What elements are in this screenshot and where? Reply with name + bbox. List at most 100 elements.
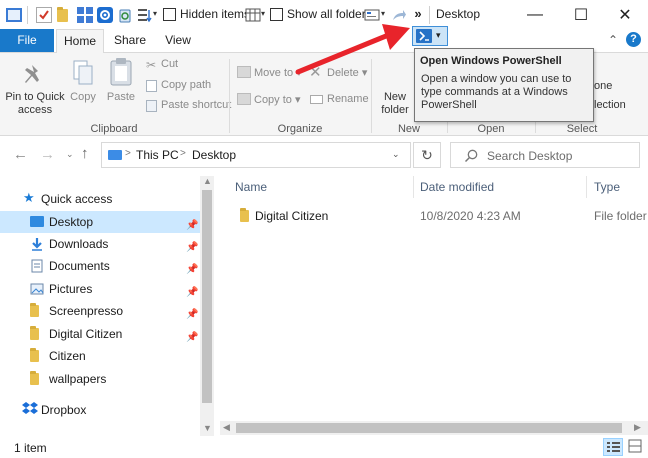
pin-to-quick-access-button[interactable]: Pin to Quick access — [2, 91, 68, 117]
copy-icon[interactable] — [72, 59, 94, 90]
tab-share[interactable]: Share — [108, 29, 152, 53]
scroll-right-arrow-icon[interactable]: ▶ — [634, 422, 641, 433]
forward-arrow-icon[interactable]: → — [40, 146, 55, 163]
close-button[interactable]: ✕ — [602, 0, 648, 30]
details-dropdown-chevron-icon[interactable]: ▾ — [381, 9, 385, 18]
up-arrow-icon[interactable]: ↑ — [81, 145, 89, 162]
recent-locations-chevron-icon[interactable]: ⌄ — [66, 149, 74, 160]
sidebar-item-screenpresso[interactable]: Screenpresso 📌 — [0, 300, 200, 322]
sidebar-item-label: Digital Citizen — [49, 327, 123, 341]
content-horizontal-scrollbar[interactable]: ◀ ▶ — [220, 421, 648, 435]
paste-button[interactable]: Paste — [104, 91, 138, 104]
breadcrumb-desktop[interactable]: Desktop — [192, 148, 236, 162]
rename-button[interactable]: Rename — [327, 93, 369, 105]
details-view-button[interactable] — [603, 438, 623, 456]
sidebar-item-desktop[interactable]: Desktop 📌 — [0, 211, 200, 233]
paste-shortcut-button[interactable]: Paste shortcut — [161, 99, 231, 111]
sidebar-scrollbar[interactable]: ▲ ▼ — [200, 176, 214, 436]
properties-checkmark-icon[interactable] — [36, 7, 52, 23]
folder-icon — [30, 303, 39, 317]
rename-icon[interactable] — [310, 95, 323, 104]
pin-icon[interactable] — [22, 61, 46, 90]
powershell-dropdown-chevron-icon[interactable]: ▾ — [436, 30, 441, 41]
breadcrumb-this-pc[interactable]: This PC — [136, 148, 179, 162]
minimize-button[interactable]: — — [512, 0, 558, 30]
invert-selection-partial-label[interactable]: lection — [594, 99, 626, 111]
scroll-up-arrow-icon[interactable]: ▲ — [203, 176, 212, 186]
organize-group-label: Organize — [277, 123, 323, 135]
tab-view[interactable]: View — [156, 29, 200, 53]
settings-gear-icon[interactable] — [97, 7, 113, 23]
help-icon[interactable]: ? — [626, 32, 641, 47]
sidebar-item-documents[interactable]: Documents 📌 — [0, 255, 200, 277]
layout-icon[interactable] — [245, 7, 261, 23]
scroll-down-arrow-icon[interactable]: ▼ — [203, 423, 212, 433]
show-all-folders-label[interactable]: Show all folders — [287, 7, 372, 21]
sort-icon[interactable] — [137, 7, 153, 23]
tab-file[interactable]: File — [0, 29, 54, 53]
dropbox-label[interactable]: Dropbox — [41, 403, 86, 417]
tab-home[interactable]: Home — [56, 29, 104, 53]
search-input-placeholder[interactable]: Search Desktop — [487, 149, 572, 163]
column-header-date[interactable]: Date modified — [420, 180, 494, 194]
search-box[interactable]: Search Desktop — [450, 142, 640, 168]
quick-access-star-icon[interactable]: ★ — [23, 190, 35, 206]
column-header-name[interactable]: Name — [235, 180, 267, 194]
column-divider[interactable] — [586, 176, 587, 198]
scroll-left-arrow-icon[interactable]: ◀ — [223, 422, 230, 433]
tooltip-title: Open Windows PowerShell — [420, 55, 562, 67]
copy-button[interactable]: Copy — [68, 91, 98, 104]
large-icons-view-button[interactable] — [626, 438, 646, 456]
address-dropdown-chevron-icon[interactable]: ⌄ — [392, 149, 400, 160]
new-folder-icon[interactable] — [57, 7, 68, 22]
content-scroll-thumb[interactable] — [236, 423, 622, 433]
copy-to-button[interactable]: Copy to ▾ — [254, 93, 301, 106]
ribbon-collapse-chevron-icon[interactable]: ⌃ — [608, 33, 618, 47]
copy-to-icon[interactable] — [237, 93, 251, 105]
this-pc-icon — [108, 150, 122, 160]
ribbon-separator — [229, 59, 230, 133]
copy-path-button[interactable]: Copy path — [161, 79, 211, 91]
sidebar-item-digital-citizen[interactable]: Digital Citizen 📌 — [0, 323, 200, 345]
sort-dropdown-chevron-icon[interactable]: ▾ — [153, 9, 157, 18]
sidebar-item-wallpapers[interactable]: wallpapers — [0, 368, 200, 390]
column-header-type[interactable]: Type — [594, 180, 620, 194]
select-none-partial-label[interactable]: one — [594, 80, 612, 92]
large-icons-view-icon — [628, 439, 642, 453]
folder-icon — [30, 348, 39, 362]
maximize-button[interactable]: ☐ — [558, 0, 604, 30]
refresh-button[interactable]: ↻ — [413, 142, 441, 168]
sidebar-item-pictures[interactable]: Pictures 📌 — [0, 278, 200, 300]
sidebar-scroll-thumb[interactable] — [202, 190, 212, 403]
paste-icon[interactable] — [108, 57, 134, 90]
cut-scissors-icon[interactable]: ✂ — [146, 58, 156, 72]
window-app-icon[interactable] — [6, 8, 22, 22]
dropbox-icon[interactable] — [22, 401, 38, 415]
sidebar-item-label: wallpapers — [49, 372, 107, 386]
clipboard-group-label: Clipboard — [90, 123, 138, 135]
quick-access-label[interactable]: Quick access — [41, 192, 112, 206]
hidden-items-label[interactable]: Hidden items — [180, 7, 250, 21]
copy-path-icon[interactable] — [146, 80, 157, 92]
address-bar[interactable]: > This PC > Desktop ⌄ — [101, 142, 411, 168]
new-folder-button[interactable]: New folder — [378, 91, 412, 117]
sidebar-item-downloads[interactable]: Downloads 📌 — [0, 233, 200, 255]
recycle-icon[interactable] — [117, 7, 133, 23]
open-powershell-button[interactable]: ▾ — [412, 26, 448, 46]
sidebar-item-label: Downloads — [49, 237, 109, 251]
sidebar-item-citizen[interactable]: Citizen — [0, 345, 200, 367]
powershell-tooltip: Open Windows PowerShell Open a window yo… — [414, 48, 594, 122]
layout-dropdown-chevron-icon[interactable]: ▾ — [261, 9, 265, 18]
sidebar-item-label: Citizen — [49, 349, 86, 363]
grid-view-icon[interactable] — [77, 7, 93, 23]
table-row[interactable]: Digital Citizen 10/8/2020 4:23 AM File f… — [230, 204, 648, 226]
sidebar-item-label: Desktop — [49, 215, 94, 229]
folder-icon — [30, 326, 39, 340]
show-all-folders-checkbox[interactable] — [270, 8, 283, 21]
cut-button[interactable]: Cut — [161, 58, 178, 70]
paste-shortcut-icon[interactable] — [146, 100, 157, 112]
back-arrow-icon[interactable]: ← — [13, 146, 28, 163]
move-to-icon[interactable] — [237, 66, 251, 78]
hidden-items-checkbox[interactable] — [163, 8, 176, 21]
column-divider[interactable] — [413, 176, 414, 198]
